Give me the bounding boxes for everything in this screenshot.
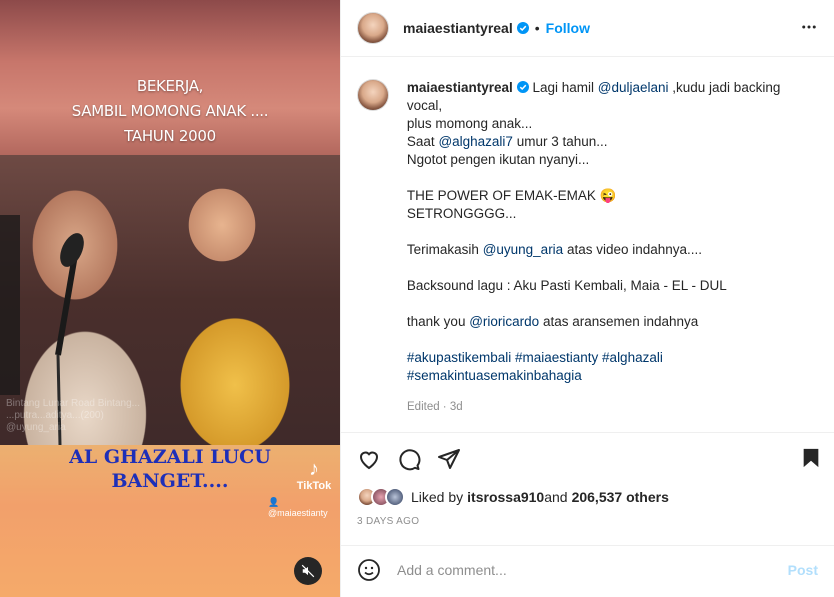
caption-line: plus momong anak...: [407, 115, 818, 133]
mention-link[interactable]: @uyung_aria: [483, 242, 564, 257]
comments-section[interactable]: maiaestiantyreal Lagi hamil @duljaelani …: [341, 57, 834, 433]
caption-text-segment: Ngotot pengen ikutan nyanyi...: [406, 152, 590, 167]
tiktok-handle: 👤 @maiaestianty: [268, 497, 328, 518]
tiktok-label: TikTok: [296, 480, 332, 492]
follow-button[interactable]: Follow: [546, 20, 590, 36]
tiktok-watermark: ♪ TikTok: [290, 458, 338, 492]
likes-prefix: Liked by: [411, 489, 464, 505]
caption-text-segment: atas video indahnya....: [563, 242, 703, 257]
author-username[interactable]: maiaestiantyreal: [403, 20, 513, 36]
mention-link[interactable]: @duljaelani: [598, 80, 669, 95]
caption-line: [407, 223, 818, 241]
emoji-icon[interactable]: [357, 558, 381, 582]
mention-link[interactable]: @alghazali7: [438, 134, 513, 149]
caption-text-segment: umur 3 tahun...: [512, 134, 608, 149]
author-avatar[interactable]: [357, 12, 389, 44]
caption-top-line: BEKERJA,: [136, 77, 204, 95]
heart-icon[interactable]: [357, 447, 381, 471]
caption-text-segment: Lagi hamil: [528, 80, 598, 95]
hashtag-link[interactable]: #alghazali: [602, 350, 663, 365]
caption-text-segment: Backsound lagu : Aku Pasti Kembali, Maia…: [406, 278, 727, 293]
caption-text-segment: Terimakasih: [406, 242, 483, 257]
caption-text-segment: THE POWER OF EMAK-EMAK 😜: [406, 188, 617, 203]
watermark-line: ...putra...aditya...(200): [6, 410, 104, 421]
caption-text: maiaestiantyreal Lagi hamil @duljaelani …: [407, 79, 818, 385]
verified-badge-icon: [516, 81, 529, 93]
separator-dot: •: [534, 20, 540, 36]
hashtag-link[interactable]: #akupastikembali: [407, 350, 511, 365]
comment-icon[interactable]: [397, 447, 421, 471]
post-timestamp: 3 DAYS AGO: [341, 509, 834, 546]
add-comment-bar: Post: [341, 546, 834, 594]
caption-author-avatar[interactable]: [357, 79, 389, 111]
post-caption: maiaestiantyreal Lagi hamil @duljaelani …: [357, 79, 818, 385]
caption-text-segment: plus momong anak...: [406, 116, 533, 131]
caption-text-segment: Saat: [406, 134, 439, 149]
tiktok-handle-text: @maiaestianty: [268, 508, 328, 518]
caption-line: [407, 295, 818, 313]
likes-summary: Liked by itsrossa910 and 206,537 others: [341, 485, 834, 509]
share-icon[interactable]: [437, 447, 461, 471]
video-watermark: Bintang Lunar Road Bintang... ...putra..…: [6, 398, 140, 434]
caption-text-segment: SETRONGGGG...: [406, 206, 517, 221]
video-caption-top: BEKERJA, SAMBIL MOMONG ANAK .... TAHUN 2…: [0, 74, 340, 149]
edited-timestamp: Edited · 3d: [407, 401, 463, 413]
caption-line: [407, 331, 818, 349]
liker-username[interactable]: itsrossa910: [467, 489, 544, 505]
caption-line: Saat @alghazali7 umur 3 tahun...: [407, 133, 818, 151]
bookmark-icon[interactable]: [800, 447, 822, 469]
caption-text-segment: thank you: [406, 314, 470, 329]
hashtag-link[interactable]: #semakintuasemakinbahagia: [407, 368, 582, 383]
more-options-icon[interactable]: [800, 18, 818, 36]
comment-input[interactable]: [397, 562, 788, 578]
action-bar: [341, 433, 834, 485]
caption-username[interactable]: maiaestiantyreal: [407, 80, 513, 95]
post-details: maiaestiantyreal • Follow maiaestiantyre…: [340, 0, 834, 597]
caption-top-line: SAMBIL MOMONG ANAK ....: [71, 102, 269, 120]
caption-line: [407, 259, 818, 277]
caption-line: THE POWER OF EMAK-EMAK 😜: [407, 187, 818, 205]
caption-line: maiaestiantyreal Lagi hamil @duljaelani …: [407, 79, 818, 115]
video-caption-bottom: AL GHAZALI LUCU BANGET....: [55, 445, 285, 493]
caption-bottom-line: BANGET....: [111, 470, 229, 492]
caption-line: [407, 169, 818, 187]
post-view: BEKERJA, SAMBIL MOMONG ANAK .... TAHUN 2…: [0, 0, 834, 597]
caption-line: #akupastikembali #maiaestianty #alghazal…: [407, 349, 818, 367]
tiktok-icon: ♪: [309, 458, 319, 480]
caption-bottom-line: AL GHAZALI LUCU: [69, 446, 271, 468]
likes-middle: and: [544, 489, 568, 505]
caption-line: SETRONGGGG...: [407, 205, 818, 223]
verified-badge-icon: [516, 22, 529, 34]
post-video[interactable]: BEKERJA, SAMBIL MOMONG ANAK .... TAHUN 2…: [0, 0, 340, 597]
caption-line: Backsound lagu : Aku Pasti Kembali, Maia…: [407, 277, 818, 295]
liker-avatar[interactable]: [385, 487, 405, 507]
caption-line: Ngotot pengen ikutan nyanyi...: [407, 151, 818, 169]
watermark-line: @uyung_aria: [6, 422, 66, 433]
hashtag-link[interactable]: #maiaestianty: [515, 350, 598, 365]
caption-text-segment: atas aransemen indahnya: [539, 314, 699, 329]
mention-link[interactable]: @rioricardo: [469, 314, 539, 329]
liker-avatars: [357, 487, 405, 507]
caption-top-line: TAHUN 2000: [124, 127, 216, 145]
caption-line: Terimakasih @uyung_aria atas video indah…: [407, 241, 818, 259]
post-header: maiaestiantyreal • Follow: [341, 0, 834, 57]
watermark-line: Bintang Lunar Road Bintang...: [6, 398, 140, 409]
likes-count[interactable]: 206,537 others: [572, 489, 669, 505]
mute-button[interactable]: [294, 557, 322, 585]
post-comment-button[interactable]: Post: [788, 562, 818, 578]
speaker-muted-icon: [301, 564, 315, 578]
caption-line: thank you @rioricardo atas aransemen ind…: [407, 313, 818, 331]
caption-line: #semakintuasemakinbahagia: [407, 367, 818, 385]
